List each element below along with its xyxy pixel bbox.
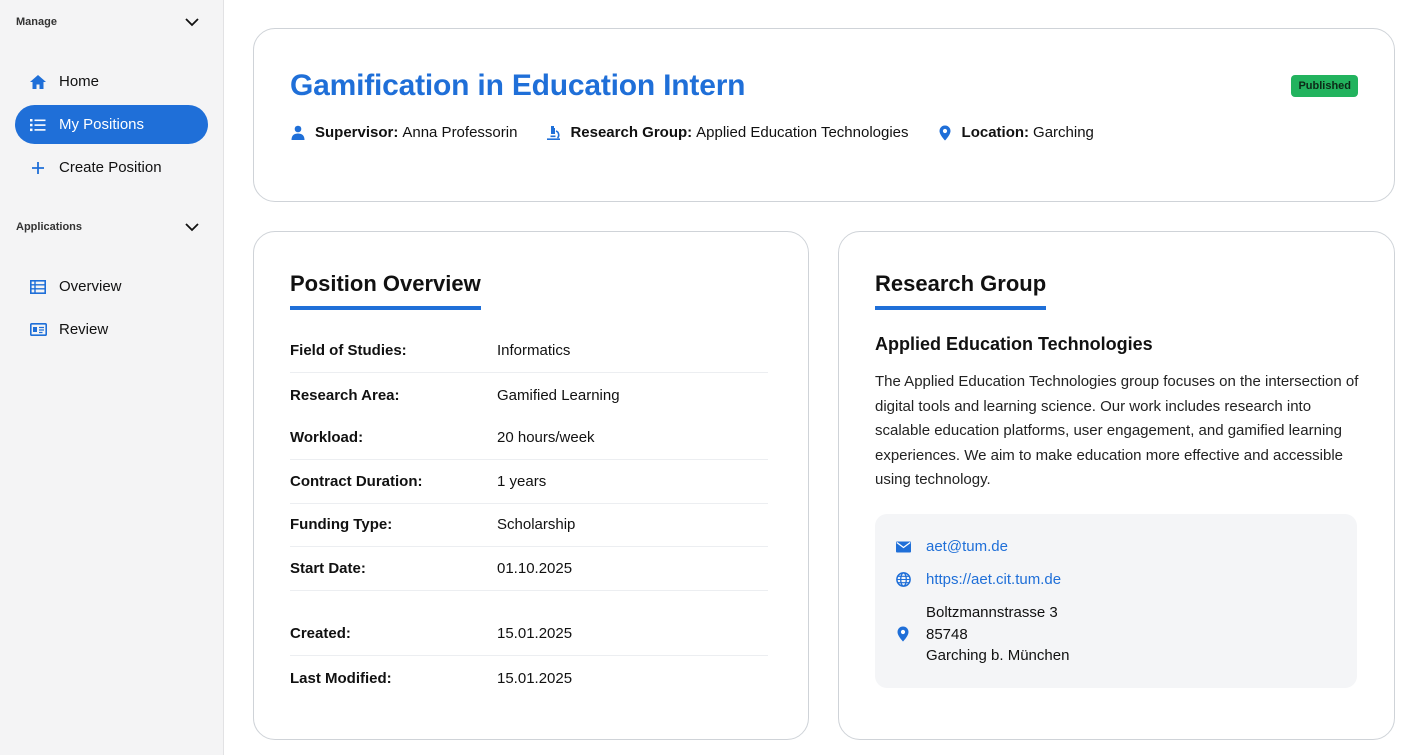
address-city: Garching b. München bbox=[926, 647, 1070, 664]
address-text: Boltzmannstrasse 3 85748 Garching b. Mün… bbox=[926, 602, 1069, 667]
detail-row-created: Created: 15.01.2025 bbox=[290, 612, 768, 656]
detail-row-last-modified: Last Modified: 15.01.2025 bbox=[290, 656, 768, 700]
plus-icon bbox=[29, 159, 47, 177]
website-link[interactable]: https://aet.cit.tum.de bbox=[926, 571, 1061, 588]
manage-section-toggle[interactable]: Manage bbox=[16, 10, 200, 34]
detail-label: Last Modified: bbox=[290, 669, 392, 687]
detail-label: Field of Studies: bbox=[290, 342, 407, 359]
research-group-name: Applied Education Technologies bbox=[875, 334, 1153, 354]
chevron-down-icon bbox=[184, 14, 200, 30]
detail-row-funding-type: Funding Type: Scholarship bbox=[290, 503, 768, 547]
sidebar-item-create-position[interactable]: Create Position bbox=[15, 148, 208, 187]
table-icon bbox=[29, 278, 47, 296]
list-icon bbox=[29, 116, 47, 134]
address-postcode: 85748 bbox=[926, 625, 968, 643]
supervisor-value: Anna Professorin bbox=[402, 124, 518, 141]
page-title: Gamification in Education Intern bbox=[290, 69, 746, 102]
detail-label: Research Area: bbox=[290, 386, 400, 404]
applications-section-toggle[interactable]: Applications bbox=[16, 215, 200, 239]
sidebar-item-label: Create Position bbox=[59, 159, 162, 176]
position-header-card: Gamification in Education Intern Publish… bbox=[253, 28, 1395, 202]
sidebar-item-label: Review bbox=[59, 321, 109, 338]
detail-value: 01.10.2025 bbox=[497, 560, 573, 577]
contact-website-row: https://aet.cit.tum.de bbox=[895, 571, 1061, 588]
map-pin-icon bbox=[937, 125, 953, 141]
position-overview-card: Position Overview Field of Studies: Info… bbox=[253, 231, 809, 740]
research-group-description: The Applied Education Technologies group… bbox=[875, 373, 1359, 488]
detail-label: Workload: bbox=[290, 429, 364, 446]
detail-label: Contract Duration: bbox=[290, 473, 423, 490]
detail-value: Informatics bbox=[497, 342, 571, 359]
research-group-label: Research Group: bbox=[570, 124, 693, 141]
research-group-value: Applied Education Technologies bbox=[696, 124, 909, 141]
manage-section-label: Manage bbox=[16, 16, 57, 28]
detail-label: Created: bbox=[290, 625, 351, 642]
detail-label: Start Date: bbox=[290, 560, 366, 577]
home-icon bbox=[29, 73, 47, 91]
detail-label: Funding Type: bbox=[290, 516, 393, 533]
user-icon bbox=[290, 125, 306, 141]
research-group-title: Research Group bbox=[875, 271, 1047, 310]
detail-value: 20 hours/week bbox=[497, 429, 595, 446]
sidebar-item-overview[interactable]: Overview bbox=[15, 267, 208, 306]
supervisor-meta: Supervisor: Anna Professorin bbox=[290, 124, 517, 141]
microscope-icon bbox=[545, 125, 561, 141]
detail-value: 15.01.2025 bbox=[497, 625, 573, 642]
chevron-down-icon bbox=[184, 219, 200, 235]
detail-value: 1 years bbox=[497, 473, 547, 490]
sidebar-item-label: Overview bbox=[59, 278, 122, 295]
contact-email-row: aet@tum.de bbox=[895, 538, 1008, 555]
applications-section-label: Applications bbox=[16, 221, 83, 233]
status-badge: Published bbox=[1291, 75, 1358, 97]
email-link[interactable]: aet@tum.de bbox=[926, 538, 1008, 555]
position-meta: Supervisor: Anna Professorin Research Gr… bbox=[290, 124, 1122, 141]
sidebar-item-my-positions[interactable]: My Positions bbox=[15, 105, 208, 144]
detail-row-research-area: Research Area: Gamified Learning bbox=[290, 373, 768, 417]
detail-value: Scholarship bbox=[497, 516, 576, 533]
mail-icon bbox=[895, 539, 911, 555]
contact-info: aet@tum.de https://aet.cit.tum.de Boltzm… bbox=[875, 514, 1357, 688]
detail-row-field-of-studies: Field of Studies: Informatics bbox=[290, 329, 768, 373]
address-street: Boltzmannstrasse 3 bbox=[926, 604, 1058, 621]
location-meta: Location: Garching bbox=[937, 124, 1094, 141]
location-value: Garching bbox=[1033, 124, 1094, 141]
detail-value: 15.01.2025 bbox=[497, 669, 573, 687]
id-card-icon bbox=[29, 321, 47, 339]
research-group-meta: Research Group: Applied Education Techno… bbox=[545, 124, 909, 141]
map-pin-icon bbox=[895, 626, 911, 642]
detail-value: Gamified Learning bbox=[497, 386, 620, 404]
sidebar-item-label: Home bbox=[59, 73, 100, 90]
contact-address-row: Boltzmannstrasse 3 85748 Garching b. Mün… bbox=[895, 602, 1069, 667]
detail-row-start-date: Start Date: 01.10.2025 bbox=[290, 547, 768, 591]
sidebar: Manage Home My Positions Create Position… bbox=[0, 0, 224, 755]
research-group-card: Research Group Applied Education Technol… bbox=[838, 231, 1395, 740]
detail-row-workload: Workload: 20 hours/week bbox=[290, 416, 768, 460]
sidebar-item-label: My Positions bbox=[59, 116, 145, 133]
supervisor-label: Supervisor: bbox=[315, 124, 399, 141]
sidebar-item-home[interactable]: Home bbox=[15, 62, 208, 101]
sidebar-item-review[interactable]: Review bbox=[15, 310, 208, 349]
position-overview-title: Position Overview bbox=[290, 271, 481, 310]
location-label: Location: bbox=[961, 124, 1030, 141]
globe-icon bbox=[895, 572, 911, 588]
detail-row-contract-duration: Contract Duration: 1 years bbox=[290, 460, 768, 504]
